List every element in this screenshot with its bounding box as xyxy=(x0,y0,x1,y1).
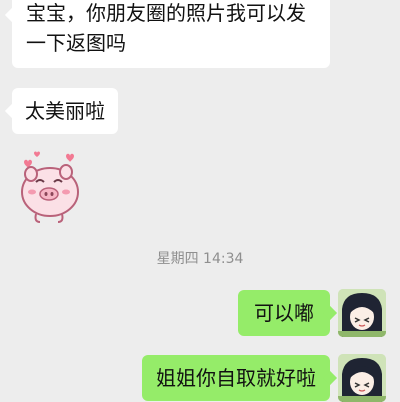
message-text: 可以嘟 xyxy=(254,301,314,325)
message-timestamp: 星期四 14:34 xyxy=(156,251,244,267)
message-text: 姐姐你自取就好啦 xyxy=(156,366,316,390)
bubble-tail xyxy=(322,305,338,321)
bubble-tail xyxy=(4,103,20,119)
pig-sticker-image[interactable] xyxy=(14,148,84,224)
outgoing-message-bubble[interactable]: 姐姐你自取就好啦 xyxy=(142,355,338,401)
incoming-message-bubble[interactable]: 宝宝，你朋友圈的照片我可以发一下返图吗 xyxy=(4,0,330,68)
outgoing-message-bubble[interactable]: 可以嘟 xyxy=(238,290,338,336)
heart-icon xyxy=(34,151,40,157)
bubble-tail xyxy=(4,7,20,23)
message-text: 太美丽啦 xyxy=(25,99,105,123)
heart-icon xyxy=(66,153,74,162)
incoming-message-bubble[interactable]: 太美丽啦 xyxy=(4,88,118,134)
anime-girl-avatar-icon xyxy=(338,354,386,402)
user-avatar[interactable] xyxy=(338,354,386,402)
user-avatar[interactable] xyxy=(338,289,386,337)
message-text: 宝宝，你朋友圈的照片我可以发一下返图吗 xyxy=(26,1,306,55)
bubble-tail xyxy=(322,370,338,386)
anime-girl-avatar-icon xyxy=(338,289,386,337)
